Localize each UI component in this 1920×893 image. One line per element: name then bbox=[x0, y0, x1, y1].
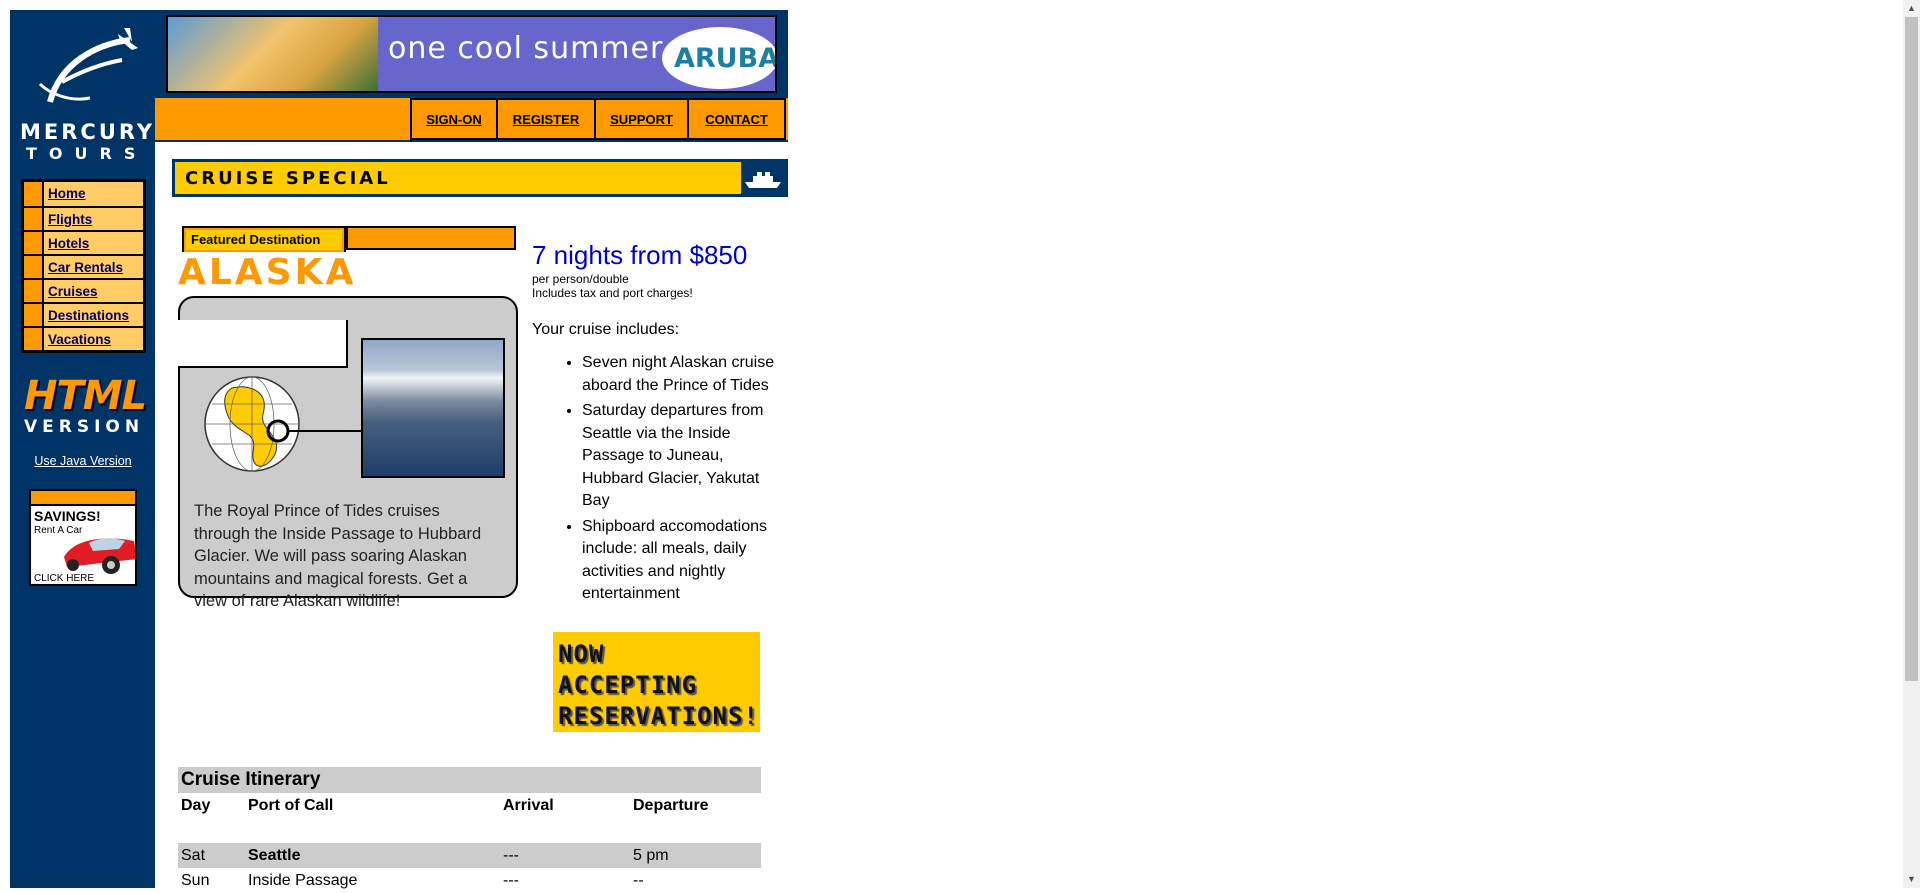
now-accepting-reservations-banner: NOW ACCEPTING RESERVATIONS! bbox=[553, 632, 760, 732]
html-version-title: HTML bbox=[24, 373, 147, 419]
itinerary-header-row: Day Port of Call Arrival Departure bbox=[178, 793, 761, 819]
table-row: Sun Inside Passage --- -- bbox=[181, 872, 644, 889]
nav-link-home[interactable]: Home bbox=[48, 186, 86, 201]
savings-ad-banner[interactable]: SAVINGS! Rent A Car CLICK HERE bbox=[29, 489, 137, 586]
column-header: Port of Call bbox=[248, 797, 334, 814]
nav-item-car-rentals[interactable]: Car Rentals bbox=[24, 254, 143, 278]
ship-icon bbox=[741, 162, 785, 194]
list-item: Seven night Alaskan cruise aboard the Pr… bbox=[582, 352, 780, 397]
featured-tab: Featured Destination bbox=[182, 226, 346, 252]
scroll-up-arrow-icon[interactable]: ▲ bbox=[1903, 0, 1920, 17]
column-header: Departure bbox=[633, 797, 709, 814]
banner-photo bbox=[168, 17, 378, 91]
featured-description: The Royal Prince of Tides cruises throug… bbox=[194, 502, 482, 610]
column-header: Arrival bbox=[503, 797, 554, 814]
nav-item-cruises[interactable]: Cruises bbox=[24, 278, 143, 302]
nav-link-destinations[interactable]: Destinations bbox=[48, 308, 129, 323]
top-menu-sign-on: SIGN-ON bbox=[412, 98, 498, 140]
cruise-itinerary-table: Cruise Itinerary Day Port of Call Arriva… bbox=[178, 767, 761, 893]
html-version-subtitle: VERSION bbox=[24, 417, 145, 437]
logo-subtitle: TOURS bbox=[26, 144, 148, 163]
nav-item-hotels[interactable]: Hotels bbox=[24, 230, 143, 254]
nav-item-vacations[interactable]: Vacations bbox=[24, 326, 143, 350]
savings-ad-cta: CLICK HERE bbox=[34, 573, 95, 584]
price-notes: per person/double Includes tax and port … bbox=[532, 272, 693, 300]
section-title: CRUISE SPECIAL bbox=[185, 168, 391, 189]
globe-icon bbox=[204, 376, 361, 472]
list-item: Saturday departures from Seattle via the… bbox=[582, 400, 780, 513]
per-person-text: per person/double bbox=[532, 272, 629, 286]
aruba-ad-banner[interactable]: one cool summer ARUBA bbox=[166, 15, 777, 93]
scroll-down-arrow-icon[interactable]: ▼ bbox=[1903, 871, 1920, 888]
featured-tab-label: Featured Destination bbox=[186, 230, 342, 250]
nav-link-flights[interactable]: Flights bbox=[48, 212, 92, 227]
top-menu-bar: SIGN-ON REGISTER SUPPORT CONTACT bbox=[155, 98, 788, 142]
nav-link-hotels[interactable]: Hotels bbox=[48, 236, 89, 251]
airplane-icon bbox=[38, 28, 138, 103]
nav-item-home[interactable]: Home bbox=[24, 182, 143, 206]
support-link[interactable]: SUPPORT bbox=[610, 112, 673, 127]
featured-panel: The Royal Prince of Tides cruises throug… bbox=[178, 296, 518, 610]
left-nav-menu: Home Flights Hotels Car Rentals Cruises … bbox=[21, 179, 146, 353]
itinerary-title: Cruise Itinerary bbox=[178, 767, 761, 793]
list-item: Shipboard accomodations include: all mea… bbox=[582, 516, 780, 606]
nav-link-vacations[interactable]: Vacations bbox=[48, 332, 111, 347]
price-headline: 7 nights from $850 bbox=[532, 240, 748, 270]
nav-link-car-rentals[interactable]: Car Rentals bbox=[48, 260, 123, 275]
column-header: Day bbox=[181, 797, 211, 814]
register-link[interactable]: REGISTER bbox=[513, 112, 579, 127]
top-menu-register: REGISTER bbox=[498, 98, 596, 140]
java-version-link[interactable]: Use Java Version bbox=[20, 454, 146, 468]
left-sidebar: MERCURY TOURS Home Flights Hotels Car Re… bbox=[10, 10, 155, 888]
section-header: CRUISE SPECIAL bbox=[172, 159, 788, 197]
savings-ad-title: SAVINGS! bbox=[34, 508, 101, 524]
destination-name: ALASKA bbox=[178, 252, 357, 293]
header-banner: one cool summer ARUBA bbox=[155, 10, 788, 98]
logo-title: MERCURY bbox=[20, 120, 156, 144]
banner-text: one cool summer bbox=[388, 31, 664, 66]
featured-destination-card: The Royal Prince of Tides cruises throug… bbox=[178, 226, 518, 610]
table-row: Sat Seattle --- 5 pm bbox=[178, 843, 761, 868]
sign-on-link[interactable]: SIGN-ON bbox=[426, 112, 482, 127]
alaska-mountain-photo bbox=[361, 338, 505, 478]
top-menu-contact: CONTACT bbox=[689, 98, 786, 140]
scrollbar-thumb[interactable] bbox=[1905, 17, 1918, 681]
car-icon bbox=[64, 538, 135, 574]
nav-link-cruises[interactable]: Cruises bbox=[48, 284, 98, 299]
tax-note-text: Includes tax and port charges! bbox=[532, 286, 693, 300]
html-version-badge: HTML VERSION bbox=[24, 373, 147, 437]
includes-list: Seven night Alaskan cruise aboard the Pr… bbox=[550, 352, 780, 609]
top-menu-support: SUPPORT bbox=[596, 98, 689, 140]
aruba-logo: ARUBA bbox=[662, 27, 775, 89]
nav-item-flights[interactable]: Flights bbox=[24, 206, 143, 230]
contact-link[interactable]: CONTACT bbox=[705, 112, 768, 127]
includes-label: Your cruise includes: bbox=[532, 321, 680, 338]
vertical-scrollbar[interactable]: ▲ ▼ bbox=[1903, 0, 1920, 888]
mercury-tours-logo[interactable]: MERCURY TOURS bbox=[20, 24, 156, 164]
nav-item-destinations[interactable]: Destinations bbox=[24, 302, 143, 326]
